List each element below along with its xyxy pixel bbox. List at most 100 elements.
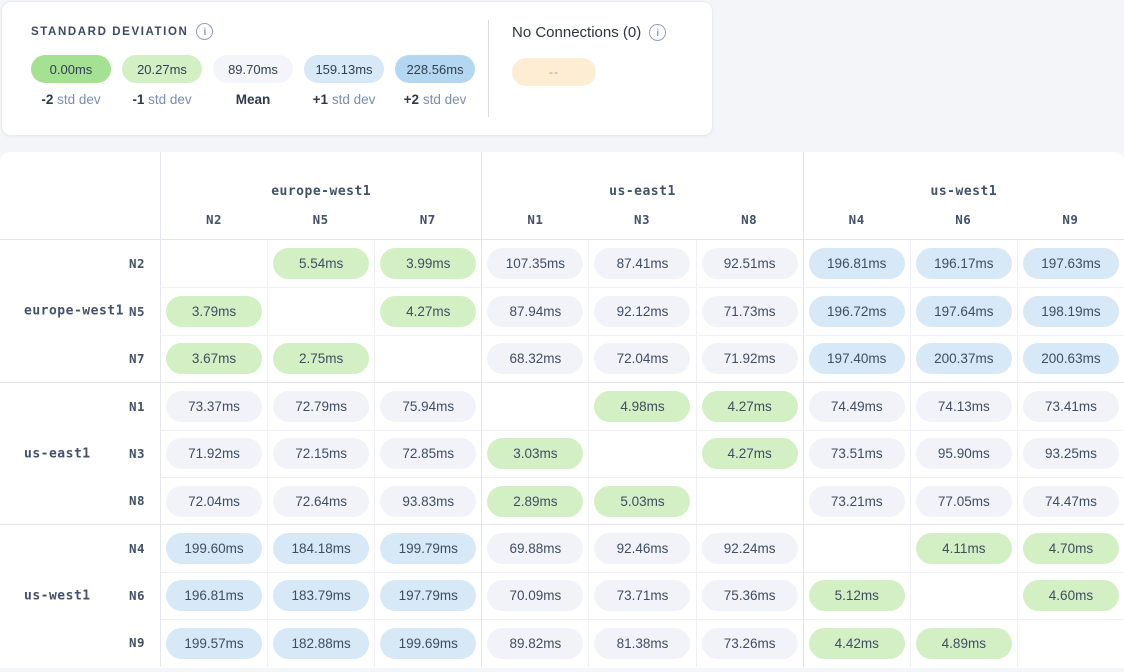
latency-pill[interactable]: 77.05ms — [916, 486, 1012, 517]
latency-pill[interactable]: 93.25ms — [1023, 438, 1119, 469]
latency-pill[interactable]: 75.94ms — [380, 391, 476, 422]
latency-pill[interactable]: 92.12ms — [594, 296, 690, 327]
latency-pill[interactable]: 73.51ms — [809, 438, 905, 469]
latency-pill[interactable]: 196.72ms — [809, 296, 905, 327]
latency-pill[interactable]: 72.79ms — [273, 391, 369, 422]
no-connections-title-row: No Connections (0) i — [512, 24, 666, 41]
latency-pill[interactable]: 74.49ms — [809, 391, 905, 422]
latency-pill[interactable]: 196.81ms — [809, 248, 905, 279]
latency-pill[interactable]: 198.19ms — [1023, 296, 1119, 327]
latency-pill[interactable]: 5.03ms — [594, 486, 690, 517]
latency-pill[interactable]: 68.32ms — [487, 343, 583, 374]
latency-pill[interactable]: 72.04ms — [166, 486, 262, 517]
latency-pill[interactable]: 87.41ms — [594, 248, 690, 279]
latency-cell: 74.13ms — [910, 382, 1017, 429]
latency-cell: 198.19ms — [1017, 287, 1124, 334]
latency-pill[interactable]: 2.89ms — [487, 486, 583, 517]
latency-pill[interactable]: 92.24ms — [702, 533, 798, 564]
latency-pill[interactable]: 71.73ms — [702, 296, 798, 327]
latency-pill[interactable]: 73.26ms — [702, 628, 798, 659]
latency-pill[interactable]: 4.27ms — [380, 296, 476, 327]
latency-matrix-panel: europe-west1us-east1us-west1N2N5N7N1N3N8… — [0, 152, 1124, 668]
latency-pill[interactable]: 4.98ms — [594, 391, 690, 422]
latency-pill[interactable]: 75.36ms — [702, 580, 798, 611]
latency-pill[interactable]: 73.21ms — [809, 486, 905, 517]
latency-cell: 92.51ms — [696, 240, 803, 287]
label-muted: std dev — [148, 92, 192, 107]
latency-pill[interactable]: 199.60ms — [166, 533, 262, 564]
latency-pill[interactable]: 5.12ms — [809, 580, 905, 611]
latency-pill[interactable]: 184.18ms — [273, 533, 369, 564]
latency-pill[interactable]: 4.27ms — [702, 438, 798, 469]
latency-pill[interactable]: 182.88ms — [273, 628, 369, 659]
matrix-corner — [0, 152, 160, 240]
latency-pill[interactable]: 199.79ms — [380, 533, 476, 564]
latency-pill[interactable]: 3.03ms — [487, 438, 583, 469]
latency-pill[interactable]: 3.99ms — [380, 248, 476, 279]
latency-pill[interactable]: 4.70ms — [1023, 533, 1119, 564]
latency-pill[interactable]: 196.81ms — [166, 580, 262, 611]
latency-pill[interactable]: 74.13ms — [916, 391, 1012, 422]
latency-pill[interactable]: 197.40ms — [809, 343, 905, 374]
latency-pill[interactable]: 197.79ms — [380, 580, 476, 611]
latency-cell: 74.47ms — [1017, 477, 1124, 524]
latency-cell: 196.81ms — [803, 240, 910, 287]
latency-pill[interactable]: 2.75ms — [273, 343, 369, 374]
row-group-label: us-east1N1N3N8 — [0, 382, 160, 524]
latency-pill[interactable]: 200.37ms — [916, 343, 1012, 374]
latency-pill[interactable]: 73.37ms — [166, 391, 262, 422]
latency-pill[interactable]: 197.63ms — [1023, 248, 1119, 279]
latency-pill[interactable]: 93.83ms — [380, 486, 476, 517]
latency-pill[interactable]: 199.69ms — [380, 628, 476, 659]
label-strong: Mean — [236, 92, 271, 107]
latency-cell: 4.27ms — [696, 430, 803, 477]
latency-cell: 92.12ms — [588, 287, 695, 334]
latency-cell: 196.81ms — [160, 572, 267, 619]
latency-pill[interactable]: 73.71ms — [594, 580, 690, 611]
latency-cell: 184.18ms — [267, 524, 374, 571]
latency-pill[interactable]: 3.67ms — [166, 343, 262, 374]
latency-pill[interactable]: 70.09ms — [487, 580, 583, 611]
latency-pill[interactable]: 87.94ms — [487, 296, 583, 327]
latency-pill[interactable]: 72.15ms — [273, 438, 369, 469]
latency-pill[interactable]: 4.42ms — [809, 628, 905, 659]
latency-pill[interactable]: 200.63ms — [1023, 343, 1119, 374]
info-icon[interactable]: i — [649, 24, 666, 41]
latency-pill[interactable]: 81.38ms — [594, 628, 690, 659]
latency-pill[interactable]: 107.35ms — [487, 248, 583, 279]
row-group-label: europe-west1N2N5N7 — [0, 240, 160, 382]
latency-pill[interactable]: 92.46ms — [594, 533, 690, 564]
std-dev-legend: STANDARD DEVIATION i 0.00ms 20.27ms 89.7… — [2, 2, 488, 135]
latency-pill[interactable]: 73.41ms — [1023, 391, 1119, 422]
latency-pill[interactable]: 72.85ms — [380, 438, 476, 469]
latency-pill[interactable]: 89.82ms — [487, 628, 583, 659]
latency-pill[interactable]: 4.60ms — [1023, 580, 1119, 611]
latency-cell: 199.69ms — [374, 619, 481, 666]
latency-pill[interactable]: 74.47ms — [1023, 486, 1119, 517]
latency-pill[interactable]: 71.92ms — [166, 438, 262, 469]
latency-cell: 71.73ms — [696, 287, 803, 334]
latency-pill[interactable]: 197.64ms — [916, 296, 1012, 327]
latency-cell: 72.79ms — [267, 382, 374, 429]
latency-pill[interactable]: 4.27ms — [702, 391, 798, 422]
row-node-label: N2 — [0, 240, 160, 287]
latency-pill[interactable]: 196.17ms — [916, 248, 1012, 279]
latency-pill[interactable]: 72.64ms — [273, 486, 369, 517]
latency-pill[interactable]: 92.51ms — [702, 248, 798, 279]
latency-pill[interactable]: 72.04ms — [594, 343, 690, 374]
latency-cell: 199.79ms — [374, 524, 481, 571]
latency-pill[interactable]: 4.89ms — [916, 628, 1012, 659]
latency-pill[interactable]: 69.88ms — [487, 533, 583, 564]
latency-cell: 87.41ms — [588, 240, 695, 287]
latency-cell: 197.63ms — [1017, 240, 1124, 287]
latency-pill[interactable]: 5.54ms — [273, 248, 369, 279]
latency-pill[interactable]: 183.79ms — [273, 580, 369, 611]
latency-pill[interactable]: 95.90ms — [916, 438, 1012, 469]
latency-pill[interactable]: 4.11ms — [916, 533, 1012, 564]
latency-cell: 72.15ms — [267, 430, 374, 477]
label-strong: -2 — [41, 92, 53, 107]
info-icon[interactable]: i — [196, 23, 213, 40]
latency-pill[interactable]: 199.57ms — [166, 628, 262, 659]
latency-pill[interactable]: 3.79ms — [166, 296, 262, 327]
latency-pill[interactable]: 71.92ms — [702, 343, 798, 374]
